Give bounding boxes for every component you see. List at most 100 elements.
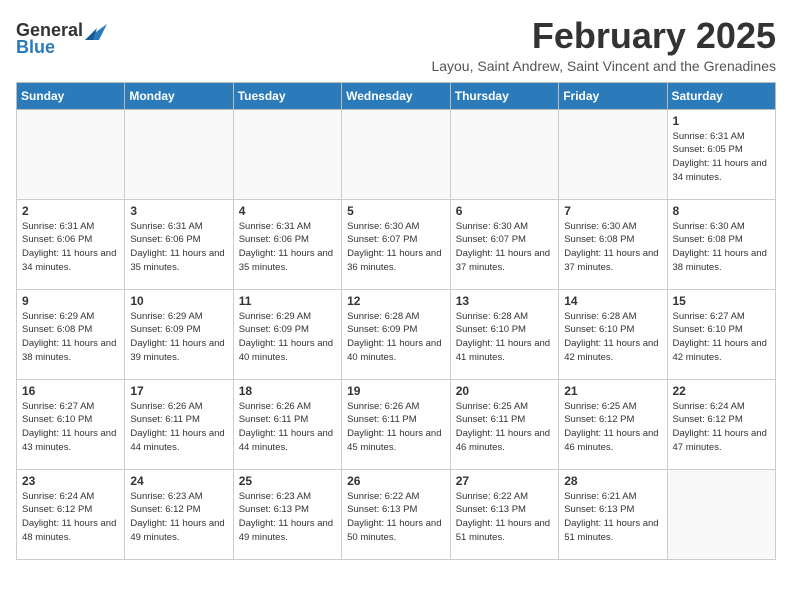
day-header-sunday: Sunday [17,82,125,109]
day-number: 18 [239,384,336,398]
calendar-week-3: 9 Sunrise: 6:29 AM Sunset: 6:08 PM Daylig… [17,289,776,379]
day-number: 20 [456,384,553,398]
calendar-cell: 16 Sunrise: 6:27 AM Sunset: 6:10 PM Dayli… [17,379,125,469]
calendar-cell: 21 Sunrise: 6:25 AM Sunset: 6:12 PM Dayli… [559,379,667,469]
calendar-cell: 19 Sunrise: 6:26 AM Sunset: 6:11 PM Dayli… [342,379,451,469]
day-number: 19 [347,384,445,398]
calendar-cell: 7 Sunrise: 6:30 AM Sunset: 6:08 PM Daylig… [559,199,667,289]
day-number: 14 [564,294,661,308]
day-number: 7 [564,204,661,218]
calendar-cell: 27 Sunrise: 6:22 AM Sunset: 6:13 PM Dayli… [450,469,558,559]
day-number: 5 [347,204,445,218]
day-number: 6 [456,204,553,218]
day-number: 12 [347,294,445,308]
day-sun-info: Sunrise: 6:23 AM Sunset: 6:13 PM Dayligh… [239,490,336,545]
day-number: 4 [239,204,336,218]
day-sun-info: Sunrise: 6:29 AM Sunset: 6:08 PM Dayligh… [22,310,119,365]
month-title: February 2025 [431,16,776,56]
day-number: 16 [22,384,119,398]
day-header-friday: Friday [559,82,667,109]
day-number: 1 [673,114,771,128]
day-header-wednesday: Wednesday [342,82,451,109]
day-sun-info: Sunrise: 6:24 AM Sunset: 6:12 PM Dayligh… [673,400,771,455]
day-sun-info: Sunrise: 6:30 AM Sunset: 6:08 PM Dayligh… [673,220,771,275]
day-number: 8 [673,204,771,218]
day-number: 3 [130,204,227,218]
calendar-cell: 9 Sunrise: 6:29 AM Sunset: 6:08 PM Daylig… [17,289,125,379]
calendar-cell: 12 Sunrise: 6:28 AM Sunset: 6:09 PM Dayli… [342,289,451,379]
calendar-cell: 6 Sunrise: 6:30 AM Sunset: 6:07 PM Daylig… [450,199,558,289]
calendar-week-2: 2 Sunrise: 6:31 AM Sunset: 6:06 PM Daylig… [17,199,776,289]
day-number: 17 [130,384,227,398]
day-sun-info: Sunrise: 6:27 AM Sunset: 6:10 PM Dayligh… [22,400,119,455]
calendar-table: SundayMondayTuesdayWednesdayThursdayFrid… [16,82,776,560]
day-number: 15 [673,294,771,308]
calendar-cell: 1 Sunrise: 6:31 AM Sunset: 6:05 PM Daylig… [667,109,776,199]
calendar-cell [125,109,233,199]
calendar-cell: 22 Sunrise: 6:24 AM Sunset: 6:12 PM Dayli… [667,379,776,469]
calendar-cell: 8 Sunrise: 6:30 AM Sunset: 6:08 PM Daylig… [667,199,776,289]
calendar-cell: 3 Sunrise: 6:31 AM Sunset: 6:06 PM Daylig… [125,199,233,289]
calendar-cell [450,109,558,199]
location-subtitle: Layou, Saint Andrew, Saint Vincent and t… [431,58,776,74]
calendar-week-1: 1 Sunrise: 6:31 AM Sunset: 6:05 PM Daylig… [17,109,776,199]
calendar-header-row: SundayMondayTuesdayWednesdayThursdayFrid… [17,82,776,109]
day-number: 26 [347,474,445,488]
calendar-cell: 20 Sunrise: 6:25 AM Sunset: 6:11 PM Dayli… [450,379,558,469]
calendar-cell: 23 Sunrise: 6:24 AM Sunset: 6:12 PM Dayli… [17,469,125,559]
day-sun-info: Sunrise: 6:31 AM Sunset: 6:05 PM Dayligh… [673,130,771,185]
day-number: 22 [673,384,771,398]
calendar-cell: 5 Sunrise: 6:30 AM Sunset: 6:07 PM Daylig… [342,199,451,289]
day-sun-info: Sunrise: 6:28 AM Sunset: 6:09 PM Dayligh… [347,310,445,365]
day-number: 10 [130,294,227,308]
day-sun-info: Sunrise: 6:30 AM Sunset: 6:07 PM Dayligh… [456,220,553,275]
day-sun-info: Sunrise: 6:22 AM Sunset: 6:13 PM Dayligh… [456,490,553,545]
day-sun-info: Sunrise: 6:30 AM Sunset: 6:07 PM Dayligh… [347,220,445,275]
day-sun-info: Sunrise: 6:26 AM Sunset: 6:11 PM Dayligh… [130,400,227,455]
calendar-cell: 2 Sunrise: 6:31 AM Sunset: 6:06 PM Daylig… [17,199,125,289]
day-sun-info: Sunrise: 6:24 AM Sunset: 6:12 PM Dayligh… [22,490,119,545]
calendar-cell [17,109,125,199]
calendar-cell: 10Sunrise: 6:29 AM Sunset: 6:09 PM Dayli… [125,289,233,379]
day-number: 25 [239,474,336,488]
day-sun-info: Sunrise: 6:28 AM Sunset: 6:10 PM Dayligh… [456,310,553,365]
logo: General Blue [16,20,107,58]
day-number: 11 [239,294,336,308]
day-sun-info: Sunrise: 6:25 AM Sunset: 6:12 PM Dayligh… [564,400,661,455]
calendar-cell [342,109,451,199]
calendar-cell: 25 Sunrise: 6:23 AM Sunset: 6:13 PM Dayli… [233,469,341,559]
day-number: 2 [22,204,119,218]
calendar-week-4: 16 Sunrise: 6:27 AM Sunset: 6:10 PM Dayli… [17,379,776,469]
day-sun-info: Sunrise: 6:27 AM Sunset: 6:10 PM Dayligh… [673,310,771,365]
day-number: 28 [564,474,661,488]
day-sun-info: Sunrise: 6:31 AM Sunset: 6:06 PM Dayligh… [22,220,119,275]
calendar-cell: 14 Sunrise: 6:28 AM Sunset: 6:10 PM Dayli… [559,289,667,379]
day-header-tuesday: Tuesday [233,82,341,109]
calendar-cell: 13Sunrise: 6:28 AM Sunset: 6:10 PM Dayli… [450,289,558,379]
day-sun-info: Sunrise: 6:25 AM Sunset: 6:11 PM Dayligh… [456,400,553,455]
day-header-thursday: Thursday [450,82,558,109]
day-number: 21 [564,384,661,398]
day-number: 9 [22,294,119,308]
day-sun-info: Sunrise: 6:31 AM Sunset: 6:06 PM Dayligh… [130,220,227,275]
calendar-cell [233,109,341,199]
logo-bird-icon [85,22,107,40]
calendar-cell: 26 Sunrise: 6:22 AM Sunset: 6:13 PM Dayli… [342,469,451,559]
day-sun-info: Sunrise: 6:29 AM Sunset: 6:09 PM Dayligh… [239,310,336,365]
logo-blue-text: Blue [16,37,55,58]
day-number: 23 [22,474,119,488]
day-sun-info: Sunrise: 6:26 AM Sunset: 6:11 PM Dayligh… [347,400,445,455]
day-sun-info: Sunrise: 6:21 AM Sunset: 6:13 PM Dayligh… [564,490,661,545]
day-sun-info: Sunrise: 6:30 AM Sunset: 6:08 PM Dayligh… [564,220,661,275]
day-sun-info: Sunrise: 6:31 AM Sunset: 6:06 PM Dayligh… [239,220,336,275]
day-sun-info: Sunrise: 6:26 AM Sunset: 6:11 PM Dayligh… [239,400,336,455]
day-number: 27 [456,474,553,488]
calendar-week-5: 23 Sunrise: 6:24 AM Sunset: 6:12 PM Dayli… [17,469,776,559]
calendar-cell: 17 Sunrise: 6:26 AM Sunset: 6:11 PM Dayli… [125,379,233,469]
header: General Blue February 2025 Layou, Saint … [16,16,776,74]
day-sun-info: Sunrise: 6:28 AM Sunset: 6:10 PM Dayligh… [564,310,661,365]
day-sun-info: Sunrise: 6:22 AM Sunset: 6:13 PM Dayligh… [347,490,445,545]
day-number: 24 [130,474,227,488]
day-header-monday: Monday [125,82,233,109]
day-header-saturday: Saturday [667,82,776,109]
